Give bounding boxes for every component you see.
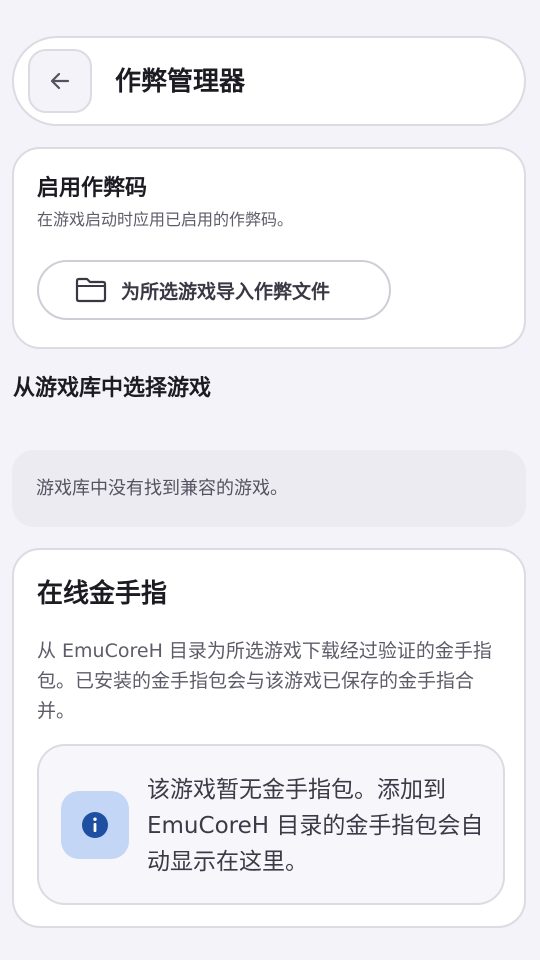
header-bar: 作弊管理器	[12, 36, 526, 126]
info-text: 该游戏暂无金手指包。添加到 EmuCoreH 目录的金手指包会自动显示在这里。	[147, 777, 484, 875]
online-cheats-description: 从 EmuCoreH 目录为所选游戏下载经过验证的金手指包。已安装的金手指包会与…	[37, 640, 492, 722]
online-cheats-card: 在线金手指 从 EmuCoreH 目录为所选游戏下载经过验证的金手指包。已安装的…	[12, 548, 526, 928]
arrow-left-icon	[50, 72, 70, 90]
online-cheats-title: 在线金手指	[37, 579, 168, 609]
library-heading: 从游戏库中选择游戏	[13, 376, 212, 401]
enable-cheats-description: 在游戏启动时应用已启用的作弊码。	[37, 210, 294, 229]
import-cheat-file-label: 为所选游戏导入作弊文件	[121, 280, 331, 303]
enable-cheats-title: 启用作弊码	[37, 176, 148, 201]
back-button[interactable]	[28, 49, 92, 113]
info-panel: 该游戏暂无金手指包。添加到 EmuCoreH 目录的金手指包会自动显示在这里。	[37, 744, 505, 905]
empty-library-text: 游戏库中没有找到兼容的游戏。	[36, 478, 288, 499]
empty-library-message: 游戏库中没有找到兼容的游戏。	[12, 450, 526, 527]
info-icon-container	[61, 791, 129, 859]
page-title: 作弊管理器	[115, 67, 246, 97]
enable-cheats-card: 启用作弊码 在游戏启动时应用已启用的作弊码。 为所选游戏导入作弊文件	[12, 147, 526, 349]
info-icon	[82, 812, 108, 838]
folder-icon	[75, 277, 107, 303]
import-cheat-file-button[interactable]: 为所选游戏导入作弊文件	[37, 260, 391, 320]
